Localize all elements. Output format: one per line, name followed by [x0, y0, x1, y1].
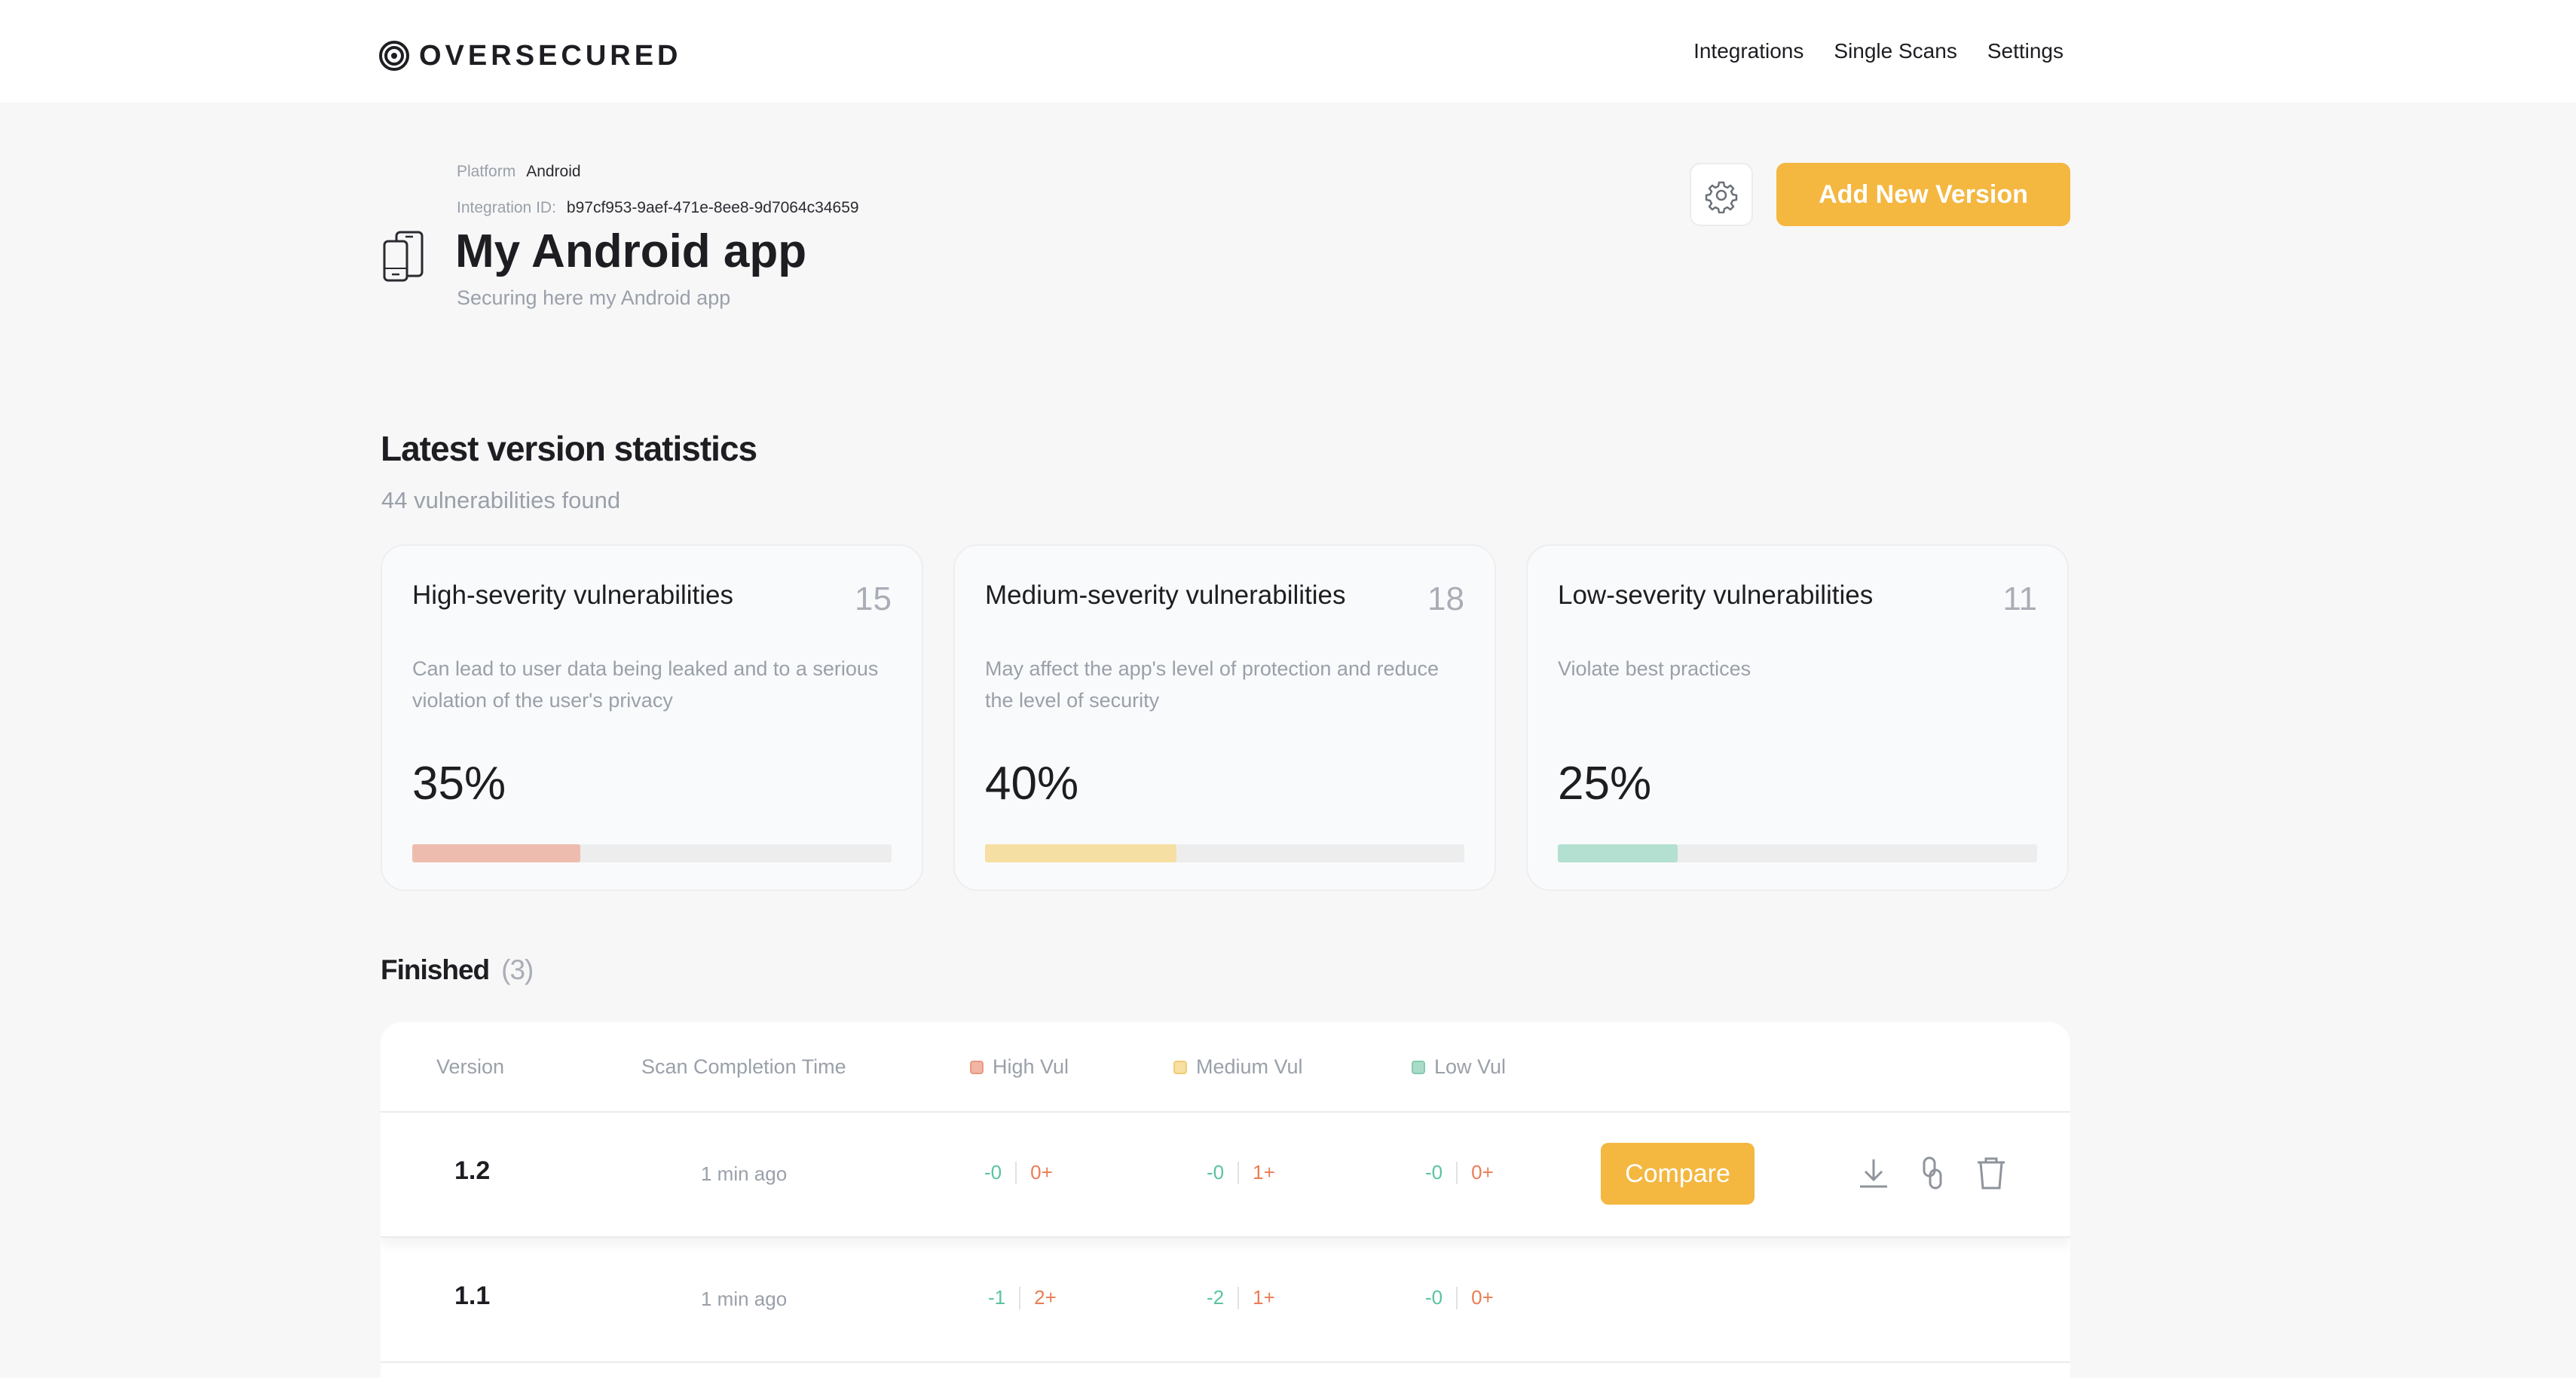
card-title: Low-severity vulnerabilities: [1558, 580, 1874, 610]
card-title: Medium-severity vulnerabilities: [985, 580, 1346, 610]
header-scan-time[interactable]: Scan Completion Time: [641, 1055, 846, 1079]
header-low-vul[interactable]: Low Vul: [1412, 1055, 1506, 1079]
platform-label: Platform: [457, 163, 516, 180]
medium-severity-card: Medium-severity vulnerabilities 18 May a…: [953, 544, 1496, 891]
card-count: 15: [855, 580, 892, 617]
divider: [1238, 1286, 1240, 1309]
main-nav: Integrations Single Scans Settings: [1693, 39, 2064, 63]
link-icon[interactable]: [1913, 1153, 1952, 1193]
brand-name: OVERSECURED: [419, 39, 682, 72]
stats-subtitle: 44 vulnerabilities found: [381, 487, 621, 513]
low-severity-card: Low-severity vulnerabilities 11 Violate …: [1526, 544, 2069, 891]
top-bar: OVERSECURED Integrations Single Scans Se…: [0, 0, 2576, 103]
medium-fixed: -2: [1207, 1286, 1225, 1309]
low-fixed: -0: [1425, 1286, 1443, 1309]
card-description: Violate best practices: [1558, 657, 1751, 680]
medium-new: 1+: [1253, 1286, 1275, 1309]
progress-fill: [985, 844, 1177, 862]
nav-settings[interactable]: Settings: [1987, 39, 2064, 63]
header-version[interactable]: Version: [436, 1055, 504, 1079]
app-settings-button[interactable]: [1690, 163, 1753, 226]
card-percent: 25%: [1558, 758, 1652, 810]
row-version: 1.2: [454, 1156, 491, 1185]
card-count: 11: [2002, 580, 2037, 617]
card-description: Can lead to user data being leaked and t…: [412, 657, 879, 712]
integration-id-label: Integration ID:: [457, 199, 556, 216]
card-title: High-severity vulnerabilities: [412, 580, 733, 610]
row-scan-time: 1 min ago: [701, 1288, 788, 1310]
progress-track: [1558, 844, 2037, 862]
versions-table: Version Scan Completion Time High Vul Me…: [381, 1022, 2070, 1378]
low-vul-diff: -0 0+: [1425, 1161, 1494, 1184]
row-actions: [1854, 1153, 2011, 1193]
table-row[interactable]: 1.2 1 min ago -0 0+ -0 1+ -0 0+ Compare: [381, 1113, 2070, 1238]
low-new: 0+: [1471, 1161, 1494, 1184]
add-new-version-button[interactable]: Add New Version: [1776, 163, 2070, 226]
card-count: 18: [1427, 580, 1464, 617]
brand-logo[interactable]: OVERSECURED: [378, 38, 682, 74]
trash-icon[interactable]: [1972, 1153, 2011, 1193]
progress-fill: [412, 844, 580, 862]
header-low-label: Low Vul: [1434, 1055, 1507, 1078]
card-percent: 40%: [985, 758, 1079, 810]
high-legend-swatch: [970, 1060, 984, 1074]
platform-row: Platform Android: [457, 163, 581, 181]
divider: [1015, 1161, 1017, 1184]
app-subtitle: Securing here my Android app: [457, 286, 731, 309]
high-new: 2+: [1034, 1286, 1057, 1309]
finished-count: (3): [501, 954, 534, 985]
table-header: Version Scan Completion Time High Vul Me…: [381, 1022, 2070, 1113]
progress-track: [985, 844, 1464, 862]
medium-legend-swatch: [1173, 1060, 1187, 1074]
card-percent: 35%: [412, 758, 506, 810]
high-new: 0+: [1030, 1161, 1053, 1184]
progress-track: [412, 844, 892, 862]
high-fixed: -1: [988, 1286, 1006, 1309]
divider: [1019, 1286, 1021, 1309]
medium-vul-diff: -2 1+: [1207, 1286, 1275, 1309]
medium-fixed: -0: [1207, 1161, 1225, 1184]
header-medium-label: Medium Vul: [1196, 1055, 1303, 1078]
mobile-devices-icon: [383, 231, 424, 282]
row-version: 1.1: [454, 1282, 491, 1310]
medium-vul-diff: -0 1+: [1207, 1161, 1275, 1184]
high-fixed: -0: [984, 1161, 1002, 1184]
low-vul-diff: -0 0+: [1425, 1286, 1494, 1309]
divider: [1456, 1286, 1458, 1309]
progress-fill: [1558, 844, 1678, 862]
low-legend-swatch: [1412, 1060, 1425, 1074]
header-medium-vul[interactable]: Medium Vul: [1173, 1055, 1303, 1079]
high-vul-diff: -1 2+: [988, 1286, 1057, 1309]
gear-icon: [1705, 181, 1738, 213]
header-high-vul[interactable]: High Vul: [970, 1055, 1069, 1079]
high-severity-card: High-severity vulnerabilities 15 Can lea…: [381, 544, 923, 891]
high-vul-diff: -0 0+: [984, 1161, 1053, 1184]
logo-icon: [379, 41, 409, 71]
nav-integrations[interactable]: Integrations: [1693, 39, 1804, 63]
download-icon[interactable]: [1854, 1153, 1893, 1193]
finished-label: Finished: [381, 954, 490, 985]
nav-single-scans[interactable]: Single Scans: [1834, 39, 1956, 63]
platform-value: Android: [526, 163, 581, 180]
low-new: 0+: [1471, 1286, 1494, 1309]
integration-id-value: b97cf953-9aef-471e-8ee8-9d7064c34659: [566, 199, 859, 216]
header-high-label: High Vul: [993, 1055, 1069, 1078]
table-row[interactable]: 1.1 1 min ago -1 2+ -2 1+ -0 0+: [381, 1238, 2070, 1363]
stats-title: Latest version statistics: [381, 429, 757, 468]
low-fixed: -0: [1425, 1161, 1443, 1184]
row-scan-time: 1 min ago: [701, 1162, 788, 1185]
integration-id-row: Integration ID: b97cf953-9aef-471e-8ee8-9…: [457, 199, 859, 217]
divider: [1238, 1161, 1240, 1184]
divider: [1456, 1161, 1458, 1184]
finished-title: Finished (3): [381, 954, 534, 986]
compare-button[interactable]: Compare: [1601, 1143, 1755, 1205]
app-title: My Android app: [455, 225, 807, 277]
card-description: May affect the app's level of protection…: [985, 657, 1439, 712]
medium-new: 1+: [1253, 1161, 1275, 1184]
